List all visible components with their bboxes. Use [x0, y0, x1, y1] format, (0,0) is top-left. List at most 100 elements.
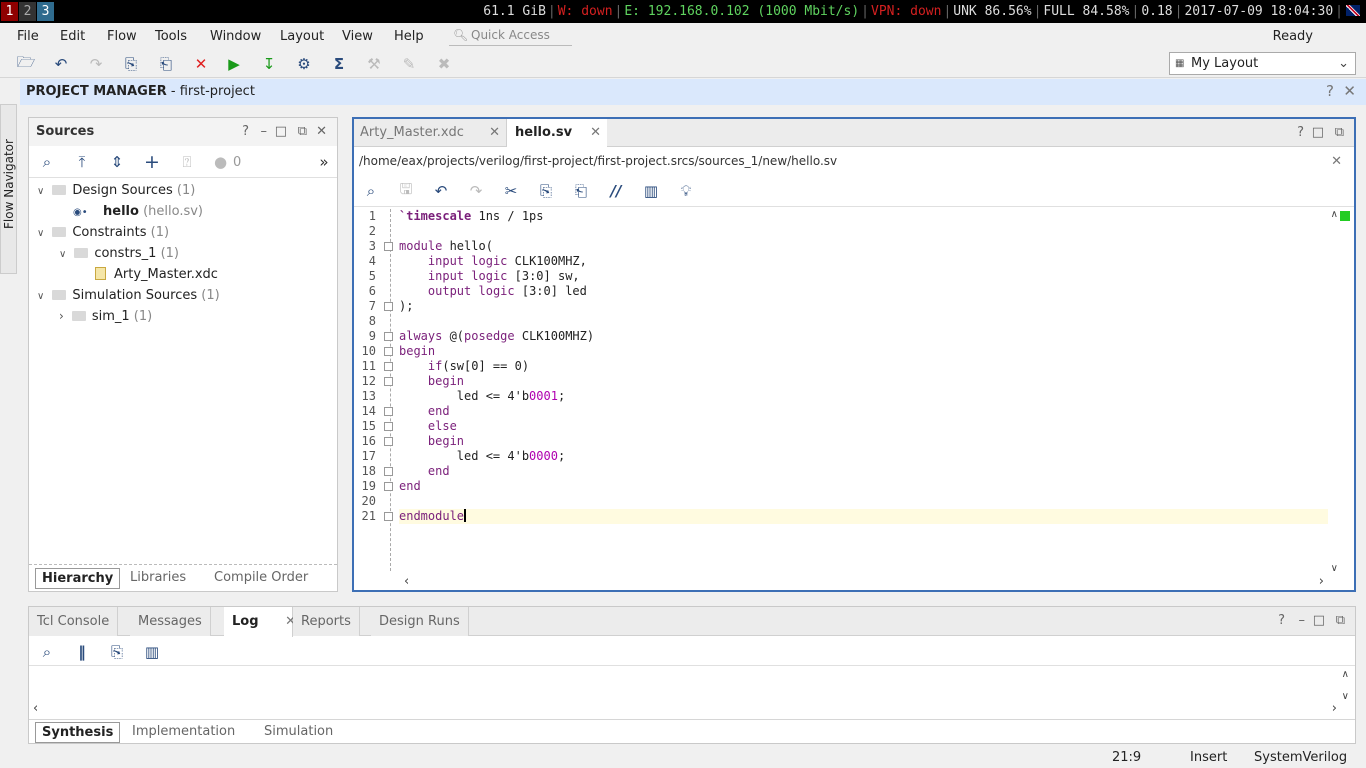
scroll-left-icon[interactable]: ‹ [33, 701, 38, 716]
scroll-right-icon[interactable]: › [1332, 701, 1337, 716]
fold-marker[interactable] [384, 482, 393, 491]
tab-simulation[interactable]: Simulation [264, 722, 333, 743]
menu-window[interactable]: Window [210, 29, 261, 44]
tree-item-design-sources[interactable]: ∨ Design Sources (1) [37, 180, 195, 201]
expand-all-icon[interactable]: ⇕ [107, 152, 127, 172]
scroll-right-icon[interactable]: › [1319, 574, 1324, 589]
save-icon[interactable]: 🖫︎ [396, 180, 416, 201]
tab-arty-master-xdc[interactable]: Arty_Master.xdc ✕ [354, 119, 507, 147]
help-icon[interactable]: ? [242, 124, 249, 139]
close-icon[interactable]: ✕ [590, 119, 601, 147]
float-icon[interactable]: ⧉ [1335, 125, 1344, 140]
maximize-icon[interactable]: □ [1313, 613, 1325, 628]
tab-log[interactable]: Log ✕ [224, 607, 296, 637]
open-folder-icon[interactable]: 🗁︎ [16, 53, 36, 74]
minimize-icon[interactable]: – [261, 124, 268, 139]
tree-item-constraints[interactable]: ∨ Constraints (1) [37, 222, 169, 243]
fold-marker[interactable] [384, 467, 393, 476]
float-icon[interactable]: ⧉ [1336, 613, 1345, 628]
fold-marker[interactable] [384, 512, 393, 521]
tab-reports[interactable]: Reports [293, 607, 360, 636]
tab-hello-sv[interactable]: hello.sv ✕ [507, 119, 607, 148]
workspace-1-button[interactable]: 1 [1, 2, 18, 21]
cut-icon[interactable]: ✂ [501, 181, 521, 201]
menu-edit[interactable]: Edit [60, 29, 85, 44]
close-icon[interactable]: ✕ [316, 124, 327, 139]
sigma-icon[interactable]: Σ [329, 54, 349, 74]
copy-icon[interactable]: ⎘ [536, 181, 556, 201]
redo-icon[interactable]: ↷ [86, 54, 106, 74]
close-path-icon[interactable]: ✕ [1331, 154, 1342, 169]
help-icon[interactable]: ? [1297, 125, 1304, 140]
comment-toggle-icon[interactable]: // [606, 181, 626, 201]
tree-item-constrs-1[interactable]: ∨ constrs_1 (1) [59, 243, 179, 264]
tab-design-runs[interactable]: Design Runs [371, 607, 469, 636]
copy-icon[interactable]: ⎘ [121, 54, 141, 74]
settings-gear-icon[interactable]: ⚙ [294, 54, 314, 74]
fold-marker[interactable] [384, 302, 393, 311]
float-icon[interactable]: ⧉ [298, 124, 307, 139]
collapse-all-icon[interactable]: ⤒ [72, 152, 92, 172]
quick-access-search[interactable]: 🔍︎ Quick Access [449, 25, 572, 46]
maximize-icon[interactable]: □ [275, 124, 287, 139]
fold-marker[interactable] [384, 437, 393, 446]
scroll-left-icon[interactable]: ‹ [404, 574, 409, 589]
tab-implementation[interactable]: Implementation [132, 722, 235, 743]
fold-marker[interactable] [384, 377, 393, 386]
tab-messages[interactable]: Messages [130, 607, 211, 636]
scroll-up-icon[interactable]: ∧ [1331, 209, 1338, 220]
tab-synthesis[interactable]: Synthesis [35, 722, 121, 743]
delete-icon[interactable]: ✕ [191, 54, 211, 74]
code-editor[interactable]: 1 2 3 4 5 6 7 8 9 10 11 12 13 14 15 16 17 18 19 20 21 `times… [354, 209, 1328, 571]
add-sources-icon[interactable]: + [142, 151, 162, 173]
fold-marker[interactable] [384, 362, 393, 371]
fold-marker[interactable] [384, 407, 393, 416]
fold-marker[interactable] [384, 242, 393, 251]
workspace-3-button[interactable]: 3 [37, 2, 54, 21]
program-device-icon[interactable]: ↧ [259, 54, 279, 74]
menu-flow[interactable]: Flow [107, 29, 137, 44]
help-icon[interactable]: ? [1326, 79, 1334, 104]
flow-navigator-tab[interactable]: Flow Navigator [0, 104, 17, 274]
fold-marker[interactable] [384, 347, 393, 356]
undo-icon[interactable]: ↶ [431, 181, 451, 201]
close-icon[interactable]: ✕ [489, 119, 500, 147]
column-select-icon[interactable]: ▥ [142, 642, 162, 662]
search-icon[interactable]: ⌕ [361, 181, 381, 201]
lightbulb-icon[interactable]: 💡︎ [676, 181, 696, 201]
maximize-icon[interactable]: □ [1312, 125, 1324, 140]
tool-disabled-3-icon[interactable]: ✖ [434, 54, 454, 74]
undo-icon[interactable]: ↶ [51, 54, 71, 74]
tree-item-sim-1[interactable]: › sim_1 (1) [59, 306, 152, 327]
close-icon[interactable]: ✕ [1343, 79, 1356, 104]
redo-icon[interactable]: ↷ [466, 181, 486, 201]
scroll-down-icon[interactable]: ∨ [1331, 563, 1338, 574]
run-icon[interactable]: ▶ [224, 54, 244, 74]
tab-tcl-console[interactable]: Tcl Console [29, 607, 119, 636]
paste-icon[interactable]: ⎗ [571, 181, 591, 201]
menu-file[interactable]: File [17, 29, 39, 44]
column-select-icon[interactable]: ▥ [641, 181, 661, 201]
pause-icon[interactable]: ‖ [72, 642, 92, 662]
menu-layout[interactable]: Layout [280, 29, 324, 44]
scroll-down-icon[interactable]: ∨ [1342, 691, 1349, 702]
paste-icon[interactable]: ⎗ [156, 54, 176, 74]
workspace-2-button[interactable]: 2 [19, 2, 36, 21]
fold-marker[interactable] [384, 422, 393, 431]
tool-disabled-1-icon[interactable]: ⚒ [364, 54, 384, 74]
tool-disabled-2-icon[interactable]: ✎ [399, 54, 419, 74]
menu-help[interactable]: Help [394, 29, 424, 44]
help-icon[interactable]: ? [1278, 613, 1285, 628]
tab-compile-order[interactable]: Compile Order [214, 568, 308, 589]
minimize-icon[interactable]: – [1299, 613, 1306, 628]
copy-icon[interactable]: ⎘ [107, 642, 127, 662]
scroll-up-icon[interactable]: ∧ [1342, 669, 1349, 680]
tab-hierarchy[interactable]: Hierarchy [35, 568, 121, 589]
overflow-chevron-icon[interactable]: » [314, 152, 334, 172]
search-icon[interactable]: ⌕ [37, 642, 57, 662]
tab-libraries[interactable]: Libraries [130, 568, 186, 589]
tree-item-hello[interactable]: ◉• hello (hello.sv) [73, 201, 203, 222]
menu-tools[interactable]: Tools [155, 29, 187, 44]
properties-icon[interactable]: ⍰ [177, 152, 197, 172]
fold-marker[interactable] [384, 332, 393, 341]
